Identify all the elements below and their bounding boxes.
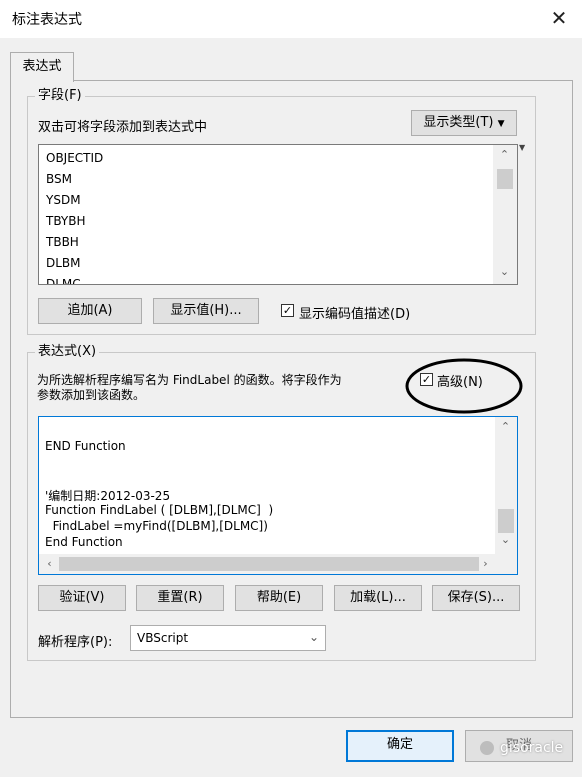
- annotation-circle: [405, 358, 523, 414]
- parser-select[interactable]: VBScript ⌄: [130, 625, 326, 651]
- scroll-up-icon[interactable]: ⌃: [496, 148, 513, 161]
- show-type-button[interactable]: 显示类型(T) ▼: [411, 110, 517, 136]
- list-item[interactable]: OBJECTID: [46, 151, 103, 165]
- scroll-up-icon[interactable]: ⌃: [497, 420, 514, 433]
- expression-editor[interactable]: END Function '编制日期:2012-03-25 Function F…: [38, 416, 518, 575]
- show-values-button[interactable]: 显示值(H)...: [153, 298, 259, 324]
- expression-description-line2: 参数添加到该函数。: [37, 388, 146, 402]
- fields-group-title: 字段(F): [35, 88, 85, 104]
- window-title: 标注表达式: [12, 12, 82, 28]
- list-item[interactable]: BSM: [46, 172, 72, 186]
- expression-group-title: 表达式(X): [35, 344, 100, 360]
- add-button[interactable]: 追加(A): [38, 298, 142, 324]
- code-line: '编制日期:2012-03-25: [45, 489, 171, 503]
- wechat-logo-icon: [480, 741, 494, 755]
- fields-hint: 双击可将字段添加到表达式中: [38, 120, 208, 135]
- fields-listbox[interactable]: OBJECTID BSM YSDM TBYBH TBBH DLBM DLMC ⌃…: [38, 144, 518, 285]
- parser-select-value: VBScript: [137, 631, 189, 645]
- list-item[interactable]: YSDM: [46, 193, 81, 207]
- show-coded-desc-checkbox[interactable]: ✓: [281, 304, 294, 317]
- scroll-thumb[interactable]: [498, 509, 514, 533]
- editor-hscrollbar[interactable]: ‹ ›: [39, 554, 517, 574]
- watermark-text: gisoracle: [500, 740, 564, 756]
- fields-vscrollbar[interactable]: ⌃ ⌄: [493, 145, 517, 284]
- scroll-thumb[interactable]: [497, 169, 513, 189]
- code-line: END Function: [45, 439, 126, 453]
- parser-label: 解析程序(P):: [38, 635, 113, 650]
- verify-button[interactable]: 验证(V): [38, 585, 126, 611]
- scroll-down-icon[interactable]: ⌄: [496, 265, 513, 278]
- code-line: FindLabel =myFind([DLBM],[DLMC]): [45, 519, 268, 533]
- tab-expression[interactable]: 表达式: [10, 52, 74, 82]
- dropdown-arrow-icon: ▼: [497, 119, 505, 129]
- help-button[interactable]: 帮助(E): [235, 585, 323, 611]
- ok-button[interactable]: 确定: [346, 730, 454, 762]
- list-item[interactable]: TBBH: [46, 235, 79, 249]
- chevron-down-icon: ⌄: [309, 630, 320, 644]
- scroll-down-icon[interactable]: ⌄: [497, 533, 514, 546]
- show-coded-desc-label: 显示编码值描述(D): [299, 307, 411, 322]
- code-line: End Function: [45, 535, 123, 549]
- list-item[interactable]: DLMC: [46, 277, 81, 284]
- scroll-left-icon[interactable]: ‹: [41, 557, 58, 570]
- save-button[interactable]: 保存(S)...: [432, 585, 520, 611]
- show-type-label: 显示类型(T): [423, 115, 494, 130]
- list-menu-arrow-icon[interactable]: ▼: [519, 143, 525, 152]
- editor-vscrollbar[interactable]: ⌃ ⌄: [495, 417, 517, 554]
- title-bar: [0, 0, 582, 38]
- scroll-thumb-horizontal[interactable]: [59, 557, 479, 571]
- load-button[interactable]: 加载(L)...: [334, 585, 422, 611]
- code-line: Function FindLabel ( [DLBM],[DLMC] ): [45, 503, 274, 517]
- scroll-right-icon[interactable]: ›: [477, 557, 494, 570]
- close-icon[interactable]: ✕: [544, 4, 574, 32]
- list-item[interactable]: DLBM: [46, 256, 81, 270]
- reset-button[interactable]: 重置(R): [136, 585, 224, 611]
- list-item[interactable]: TBYBH: [46, 214, 86, 228]
